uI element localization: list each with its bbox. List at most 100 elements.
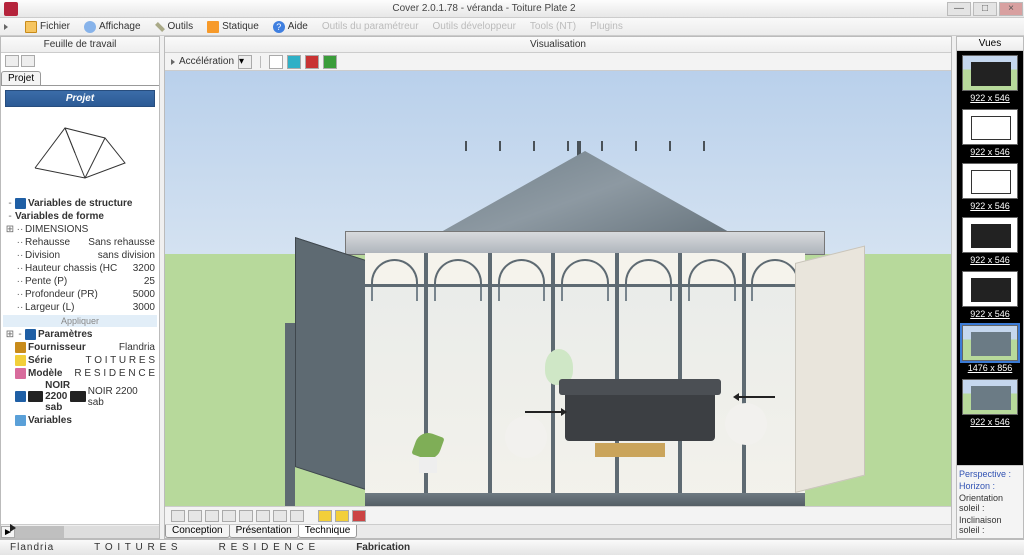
param-serie-value[interactable]: T O I T U R E S bbox=[86, 355, 155, 366]
color-swatch-2[interactable] bbox=[70, 391, 86, 402]
scroll-right-icon[interactable]: ► bbox=[1, 526, 15, 538]
left-panel-title: Feuille de travail bbox=[1, 37, 159, 53]
thumb-5[interactable]: 922 x 546 bbox=[960, 271, 1020, 319]
scroll-track[interactable] bbox=[1, 526, 159, 538]
param-fournisseur-value[interactable]: Flandria bbox=[119, 342, 155, 353]
window-title: Cover 2.0.1.78 - véranda - Toiture Plate… bbox=[22, 3, 946, 14]
menu-statique[interactable]: Statique bbox=[204, 20, 262, 34]
nav-fwd-icon[interactable] bbox=[21, 55, 35, 67]
statique-icon bbox=[207, 21, 219, 33]
thumb-6[interactable]: 1476 x 856 bbox=[960, 325, 1020, 373]
view-tool-4[interactable] bbox=[222, 510, 236, 522]
prop-horizon[interactable]: Horizon : bbox=[959, 480, 1021, 492]
tree-vars-forme[interactable]: Variables de forme bbox=[15, 211, 155, 222]
viewport-panel: Visualisation Accélération ▾ bbox=[164, 36, 952, 539]
status-serie: T O I T U R E S bbox=[94, 542, 178, 553]
view-properties: Perspective : Horizon : Orientation sole… bbox=[957, 465, 1023, 538]
view-tool-6[interactable] bbox=[256, 510, 270, 522]
prop-orientation[interactable]: Orientation soleil : bbox=[959, 492, 1021, 514]
apply-button[interactable]: Appliquer bbox=[3, 315, 157, 327]
view-tool-8[interactable] bbox=[290, 510, 304, 522]
dim-rehausse-value[interactable]: Sans rehausse bbox=[88, 237, 155, 248]
left-scrollbar[interactable]: ◄ ► bbox=[1, 524, 159, 538]
eye-icon bbox=[84, 21, 96, 33]
view-tool-y1[interactable] bbox=[318, 510, 332, 522]
param-serie-label[interactable]: Série bbox=[28, 355, 86, 366]
dim-pente-label[interactable]: Pente (P) bbox=[25, 276, 144, 287]
tab-presentation[interactable]: Présentation bbox=[229, 525, 299, 538]
series-icon bbox=[15, 355, 26, 366]
projet-header: Projet bbox=[5, 90, 155, 107]
viewport-bottom-toolbar bbox=[165, 506, 951, 524]
view-tool-3[interactable] bbox=[205, 510, 219, 522]
dim-pr-label[interactable]: Profondeur (PR) bbox=[25, 289, 133, 300]
dim-division-label[interactable]: Division bbox=[25, 250, 98, 261]
supplier-icon bbox=[15, 342, 26, 353]
left-tabbar: Projet bbox=[1, 71, 159, 86]
thumb-7[interactable]: 922 x 546 bbox=[960, 379, 1020, 427]
toolbar-expand-icon[interactable] bbox=[171, 59, 175, 65]
view-tool-5[interactable] bbox=[239, 510, 253, 522]
status-modele: R E S I D E N C E bbox=[219, 542, 317, 553]
dimension-arrow-icon bbox=[525, 411, 565, 413]
status-fabrication: Fabrication bbox=[356, 542, 410, 553]
dim-hc-value[interactable]: 3200 bbox=[133, 263, 155, 274]
thumb-1[interactable]: 922 x 546 bbox=[960, 55, 1020, 103]
tree-dimensions[interactable]: DIMENSIONS bbox=[25, 224, 155, 235]
tab-conception[interactable]: Conception bbox=[165, 525, 230, 538]
dim-pr-value[interactable]: 5000 bbox=[133, 289, 155, 300]
viewport-toolbar: Accélération ▾ bbox=[165, 53, 951, 71]
tree-parametres[interactable]: Paramètres bbox=[38, 329, 155, 340]
thumb-4[interactable]: 922 x 546 bbox=[960, 217, 1020, 265]
tree-vars-structure[interactable]: Variables de structure bbox=[28, 198, 155, 209]
dim-largeur-label[interactable]: Largeur (L) bbox=[25, 302, 133, 313]
dim-rehausse-label[interactable]: Rehausse bbox=[25, 237, 88, 248]
titlebar: Cover 2.0.1.78 - véranda - Toiture Plate… bbox=[0, 0, 1024, 18]
color1-label[interactable]: NOIR 2200 sab bbox=[45, 380, 70, 413]
color2-label[interactable]: NOIR 2200 sab bbox=[88, 386, 155, 408]
view-tool-7[interactable] bbox=[273, 510, 287, 522]
view-tool-2[interactable] bbox=[188, 510, 202, 522]
tab-technique[interactable]: Technique bbox=[298, 525, 358, 538]
prop-inclinaison[interactable]: Inclinaison soleil : bbox=[959, 514, 1021, 536]
tab-projet[interactable]: Projet bbox=[1, 71, 41, 85]
tree-variables[interactable]: Variables bbox=[28, 415, 155, 426]
dim-largeur-value[interactable]: 3000 bbox=[133, 302, 155, 313]
prop-perspective[interactable]: Perspective : bbox=[959, 468, 1021, 480]
view-tool-y2[interactable] bbox=[335, 510, 349, 522]
view-tool-r[interactable] bbox=[352, 510, 366, 522]
maximize-button[interactable]: □ bbox=[973, 2, 997, 16]
dim-division-value[interactable]: sans division bbox=[98, 250, 155, 261]
close-button[interactable]: × bbox=[999, 2, 1023, 16]
menu-tools-nt: Tools (NT) bbox=[527, 20, 579, 33]
nav-back-icon[interactable] bbox=[5, 55, 19, 67]
view-tool-1[interactable] bbox=[171, 510, 185, 522]
left-panel: Feuille de travail Projet Projet -Variab… bbox=[0, 36, 160, 539]
thumb-3[interactable]: 922 x 546 bbox=[960, 163, 1020, 211]
3d-scene[interactable] bbox=[165, 71, 951, 506]
filter-icon[interactable] bbox=[269, 55, 283, 69]
app-icon bbox=[4, 2, 18, 16]
menu-aide[interactable]: ?Aide bbox=[270, 20, 311, 34]
thumb-2[interactable]: 922 x 546 bbox=[960, 109, 1020, 157]
accel-dropdown[interactable]: ▾ bbox=[238, 55, 252, 69]
color-swatch-1[interactable] bbox=[28, 391, 44, 402]
status-fournisseur: Flandria bbox=[10, 542, 54, 553]
variables-icon bbox=[15, 415, 26, 426]
param-modele-label[interactable]: Modèle bbox=[28, 368, 74, 379]
structure-icon bbox=[15, 198, 26, 209]
menu-expand-icon[interactable] bbox=[4, 24, 8, 30]
tool-green-icon[interactable] bbox=[323, 55, 337, 69]
param-modele-value[interactable]: R E S I D E N C E bbox=[74, 368, 155, 379]
right-panel: Vues 922 x 546 922 x 546 922 x 546 922 x… bbox=[956, 36, 1024, 539]
minimize-button[interactable]: — bbox=[947, 2, 971, 16]
tool-red-icon[interactable] bbox=[305, 55, 319, 69]
param-fournisseur-label[interactable]: Fournisseur bbox=[28, 342, 119, 353]
dim-hc-label[interactable]: Hauteur chassis (HC bbox=[25, 263, 133, 274]
dim-pente-value[interactable]: 25 bbox=[144, 276, 155, 287]
menu-fichier[interactable]: Fichier bbox=[22, 20, 73, 34]
menu-outils[interactable]: Outils bbox=[152, 20, 197, 33]
tool-cyan-icon[interactable] bbox=[287, 55, 301, 69]
menu-affichage[interactable]: Affichage bbox=[81, 20, 144, 34]
workspace: Feuille de travail Projet Projet -Variab… bbox=[0, 36, 1024, 539]
